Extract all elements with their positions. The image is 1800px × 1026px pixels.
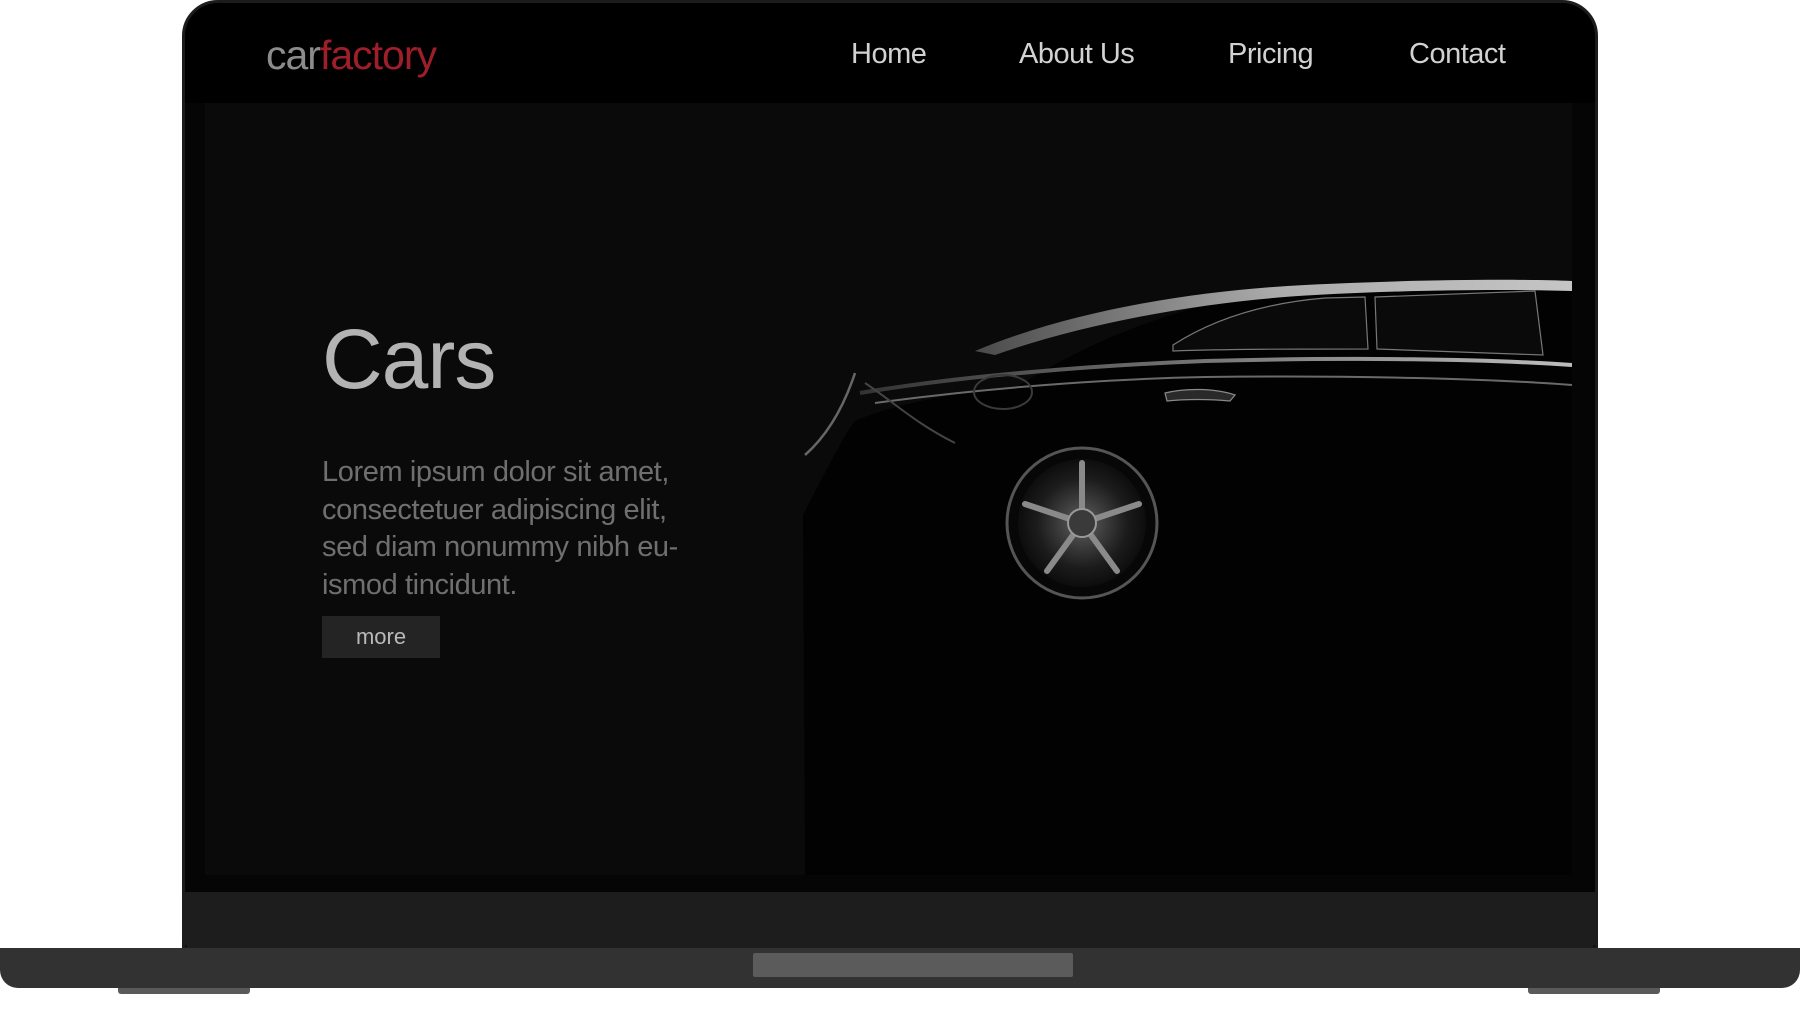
laptop-foot-right	[1528, 988, 1660, 994]
laptop-mockup: carfactory Home About Us Pricing Contact	[0, 0, 1800, 1026]
hero-section: Cars Lorem ipsum dolor sit amet, consect…	[205, 103, 1572, 875]
laptop-chin	[182, 892, 1598, 950]
laptop-foot-left	[118, 988, 250, 994]
logo-suffix: factory	[319, 32, 437, 78]
nav-link-contact[interactable]: Contact	[1409, 38, 1506, 71]
hero-description: Lorem ipsum dolor sit amet, consectetuer…	[322, 456, 678, 601]
hero-title: Cars	[322, 312, 496, 406]
logo-prefix: car	[266, 32, 321, 78]
nav-link-pricing[interactable]: Pricing	[1228, 38, 1314, 71]
nav-link-home[interactable]: Home	[851, 38, 927, 71]
nav-link-about-us[interactable]: About Us	[1019, 38, 1135, 71]
laptop-notch	[753, 953, 1073, 977]
site-logo[interactable]: carfactory	[266, 32, 437, 79]
wheel	[1005, 446, 1159, 600]
more-button[interactable]: more	[322, 616, 440, 658]
